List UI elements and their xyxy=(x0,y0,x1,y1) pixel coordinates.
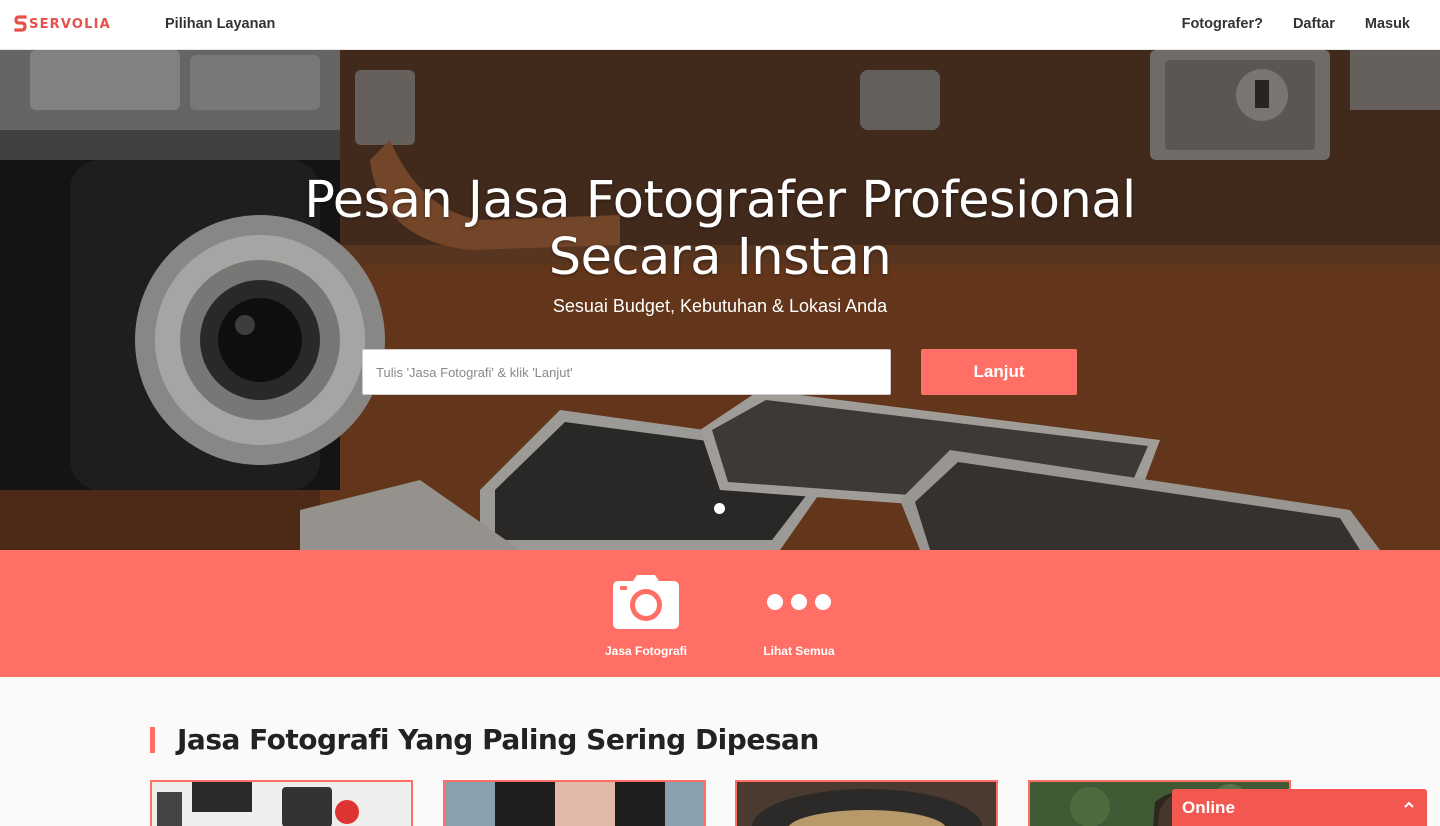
chat-status-label: Online xyxy=(1182,798,1235,817)
continue-button[interactable]: Lanjut xyxy=(921,349,1077,395)
camera-icon xyxy=(613,575,679,629)
service-search-input[interactable] xyxy=(362,349,891,395)
nav-services-link[interactable]: Pilihan Layanan xyxy=(165,16,275,32)
service-card[interactable] xyxy=(443,780,706,826)
portrait-leather-jacket-photo xyxy=(445,782,704,826)
logo-text: SERVOLIA xyxy=(29,16,111,32)
category-photography[interactable]: Jasa Fotografi xyxy=(581,575,711,658)
food-plate-photo xyxy=(737,782,996,826)
service-card[interactable] xyxy=(735,780,998,826)
category-photography-label: Jasa Fotografi xyxy=(604,644,688,658)
service-card[interactable] xyxy=(150,780,413,826)
live-chat-widget[interactable]: Online xyxy=(1172,789,1427,826)
nav-login-link[interactable]: Masuk xyxy=(1365,16,1410,32)
nav-right-links: Fotografer? Daftar Masuk xyxy=(1182,16,1410,32)
top-navbar: SERVOLIA Pilihan Layanan Fotografer? Daf… xyxy=(0,0,1440,50)
section-title-bold: Jasa Fotografi xyxy=(177,723,390,756)
section-title: Jasa Fotografi Yang Paling Sering Dipesa… xyxy=(177,723,819,756)
nav-register-link[interactable]: Daftar xyxy=(1293,16,1335,32)
hero-subtitle: Sesuai Budget, Kebutuhan & Lokasi Anda xyxy=(552,296,888,316)
nav-photographer-link[interactable]: Fotografer? xyxy=(1182,16,1263,32)
category-see-all-label: Lihat Semua xyxy=(763,644,835,658)
category-band: Jasa Fotografi Lihat Semua xyxy=(0,550,1440,677)
carousel-dot-active[interactable] xyxy=(714,503,725,514)
hero-title-line1: Pesan Jasa Fotografer Profesional xyxy=(304,171,1136,230)
section-title-rest: Yang Paling Sering Dipesan xyxy=(389,723,819,756)
hero-title-line2: Secara Instan xyxy=(548,228,892,287)
category-see-all[interactable]: Lihat Semua xyxy=(734,575,864,658)
desk-flatlay-photo xyxy=(152,782,411,826)
logo-s-icon xyxy=(14,15,27,32)
chevron-up-icon[interactable] xyxy=(1403,799,1415,811)
more-dots-icon xyxy=(767,594,831,610)
hero-title: Pesan Jasa Fotografer Profesional Secara… xyxy=(0,172,1440,286)
hero-banner: Pesan Jasa Fotografer Profesional Secara… xyxy=(0,50,1440,550)
servolia-logo[interactable]: SERVOLIA xyxy=(14,14,111,34)
section-accent-bar xyxy=(150,727,155,753)
